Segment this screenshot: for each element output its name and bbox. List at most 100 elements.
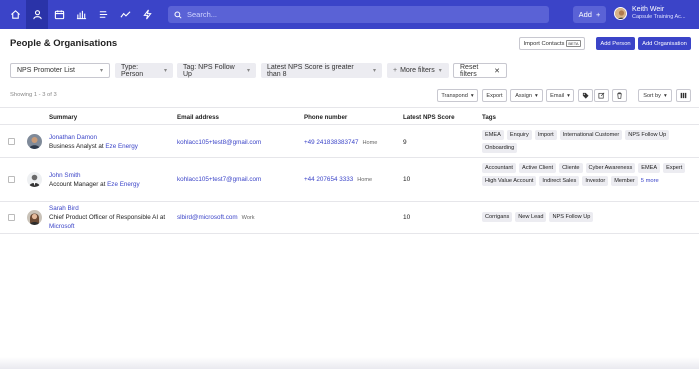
search-icon xyxy=(174,10,182,19)
tag-chip[interactable]: Investor xyxy=(582,176,609,186)
tag-chip[interactable]: Cyber Awareness xyxy=(585,163,636,173)
close-icon: ✕ xyxy=(494,67,500,75)
table-row[interactable]: Jonathan Damon Business Analyst at Eze E… xyxy=(0,125,699,158)
tags-list: EMEA Enquiry Import International Custom… xyxy=(482,130,692,153)
email-link[interactable]: kohlacc105+test8@gmail.com xyxy=(177,139,261,146)
row-checkbox[interactable] xyxy=(8,138,15,145)
assign-label: Assign xyxy=(515,92,532,99)
chevron-down-icon: ▾ xyxy=(534,92,538,99)
contact-name[interactable]: Jonathan Damon xyxy=(49,134,97,141)
phone-type-label: Home xyxy=(362,140,378,146)
plus-icon: + xyxy=(393,67,398,74)
assign-button[interactable]: Assign ▾ xyxy=(510,89,543,102)
nps-score: 10 xyxy=(403,176,411,183)
row-checkbox[interactable] xyxy=(8,214,15,221)
sort-by-button[interactable]: Sort by ▾ xyxy=(638,89,672,102)
transpond-button[interactable]: Transpond ▾ xyxy=(437,89,478,102)
edit-icon[interactable] xyxy=(594,89,609,102)
chevron-down-icon: ▾ xyxy=(99,68,103,74)
calendar-icon[interactable] xyxy=(48,0,70,29)
tag-chip[interactable]: Expert xyxy=(663,163,686,173)
beta-badge: BETA xyxy=(566,40,581,47)
reset-filters-button[interactable]: Reset filters ✕ xyxy=(453,63,507,78)
table-row[interactable]: Sarah Bird Chief Product Officer of Resp… xyxy=(0,202,699,234)
contact-job-title: Account Manager at Eze Energy xyxy=(49,180,140,189)
contact-name[interactable]: Sarah Bird xyxy=(49,205,79,212)
column-header-email[interactable]: Email address xyxy=(177,114,219,121)
organisation-link[interactable]: Microsoft xyxy=(49,223,75,230)
row-checkbox[interactable] xyxy=(8,176,15,183)
person-icon[interactable] xyxy=(26,0,48,29)
tag-chip[interactable]: Member xyxy=(611,176,638,186)
page-title: People & Organisations xyxy=(10,38,118,49)
contact-name[interactable]: John Smith xyxy=(49,172,81,179)
bar-chart-icon[interactable] xyxy=(70,0,92,29)
table-row[interactable]: John Smith Account Manager at Eze Energy… xyxy=(0,158,699,202)
bolt-icon[interactable] xyxy=(136,0,158,29)
column-settings-icon[interactable] xyxy=(676,89,691,102)
tag-chip[interactable]: New Lead xyxy=(515,212,547,222)
phone-link[interactable]: +44 207654 3333 xyxy=(304,176,353,183)
add-organisation-button[interactable]: Add Organisation xyxy=(638,37,691,50)
nps-score: 10 xyxy=(403,214,411,221)
chevron-down-icon: ▾ xyxy=(663,92,667,99)
organisation-link[interactable]: Eze Energy xyxy=(105,143,138,150)
tag-chip[interactable]: International Customer xyxy=(559,130,623,140)
import-contacts-button[interactable]: Import Contacts BETA xyxy=(519,37,585,50)
home-icon[interactable] xyxy=(4,0,26,29)
organisation-link[interactable]: Eze Energy xyxy=(107,181,140,188)
search-input[interactable] xyxy=(187,10,527,19)
tag-chip[interactable]: Import xyxy=(534,130,557,140)
job-title-text: Business Analyst at xyxy=(49,143,104,150)
tag-chip[interactable]: EMEA xyxy=(482,130,504,140)
list-icon[interactable] xyxy=(92,0,114,29)
add-person-button[interactable]: Add Person xyxy=(596,37,635,50)
tag-chip[interactable]: NPS Follow Up xyxy=(549,212,594,222)
results-count: Showing 1 - 3 of 3 xyxy=(10,92,57,98)
phone-link[interactable]: +49 241838383747 xyxy=(304,139,358,146)
user-menu[interactable]: Keith Weir Capsule Training Ac... xyxy=(614,5,686,21)
tag-icon[interactable] xyxy=(578,89,593,102)
job-title-text: Chief Product Officer of Responsible AI … xyxy=(49,214,166,221)
table-header: Summary Email address Phone number Lates… xyxy=(0,107,699,125)
tag-chip[interactable]: Enquiry xyxy=(506,130,532,140)
tag-chip[interactable]: Active Client xyxy=(519,163,557,173)
column-header-phone[interactable]: Phone number xyxy=(304,114,347,121)
add-button[interactable]: Add + xyxy=(573,6,606,23)
type-filter[interactable]: Type: Person ▾ xyxy=(115,63,173,78)
tag-chip[interactable]: Onboarding xyxy=(482,143,518,153)
tag-chip[interactable]: Cliente xyxy=(559,163,583,173)
email-link[interactable]: kohlacc105+test7@gmail.com xyxy=(177,176,261,183)
bottom-shadow xyxy=(0,357,699,369)
column-header-tags[interactable]: Tags xyxy=(482,114,496,121)
avatar xyxy=(27,210,42,225)
tag-chip[interactable]: EMEA xyxy=(638,163,661,173)
nps-score-filter[interactable]: Latest NPS Score is greater than 8 ▾ xyxy=(261,63,382,78)
chevron-down-icon: ▾ xyxy=(372,68,376,74)
global-search[interactable] xyxy=(168,6,549,23)
tags-list: Accountant Active Client Cliente Cyber A… xyxy=(482,163,692,186)
user-name: Keith Weir xyxy=(632,6,665,13)
avatar xyxy=(27,172,42,187)
transpond-label: Transpond xyxy=(441,92,468,99)
column-header-nps[interactable]: Latest NPS Score xyxy=(403,114,455,121)
tag-chip[interactable]: Indirect Sales xyxy=(539,176,580,186)
contact-job-title: Business Analyst at Eze Energy xyxy=(49,142,138,151)
user-org: Capsule Training Ac... xyxy=(632,14,686,20)
trend-line-icon[interactable] xyxy=(114,0,136,29)
more-filters-button[interactable]: + More filters ▾ xyxy=(387,63,449,78)
trash-icon[interactable] xyxy=(612,89,627,102)
list-select[interactable]: NPS Promoter List ▾ xyxy=(10,63,110,78)
tag-filter[interactable]: Tag: NPS Follow Up ▾ xyxy=(177,63,256,78)
email-label: Email xyxy=(550,92,565,99)
email-button[interactable]: Email ▾ xyxy=(546,89,574,102)
email-link[interactable]: slbird@microsoft.com xyxy=(177,214,238,221)
more-tags-link[interactable]: 5 more xyxy=(641,176,659,186)
tag-chip[interactable]: Accountant xyxy=(482,163,516,173)
tag-chip[interactable]: High Value Account xyxy=(482,176,537,186)
tag-chip[interactable]: NPS Follow Up xyxy=(625,130,670,140)
column-header-summary[interactable]: Summary xyxy=(49,114,77,121)
export-button[interactable]: Export xyxy=(482,89,507,102)
tag-chip[interactable]: Corrigans xyxy=(482,212,513,222)
nps-score: 9 xyxy=(403,139,407,146)
